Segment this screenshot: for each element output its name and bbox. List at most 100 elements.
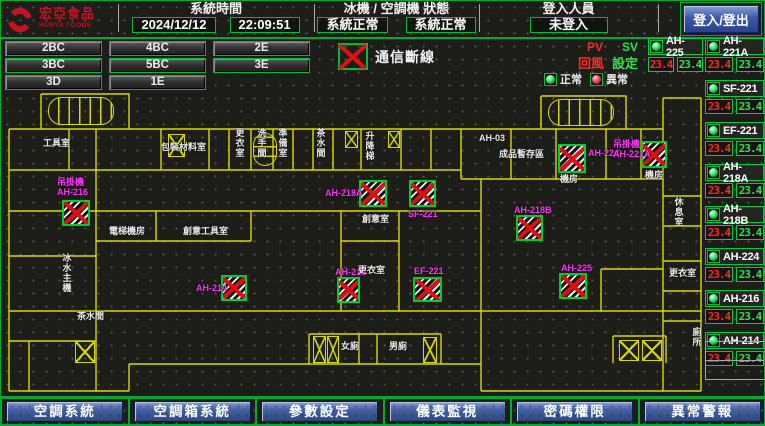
unit-name: SF-221 bbox=[723, 83, 757, 95]
nav-button-空調箱系統[interactable]: 空調箱系統 bbox=[134, 401, 251, 422]
fp-unit-label: AH-214 bbox=[196, 283, 227, 293]
unit-block-AH-218B: AH-218B 23.423.4 bbox=[705, 206, 764, 240]
nav-segment: 參數設定 bbox=[256, 398, 384, 425]
pv-value: 23.4 bbox=[648, 57, 674, 72]
login-section: 登入人員 未登入 bbox=[479, 1, 658, 39]
system-time-value: 22:09:51 bbox=[230, 17, 300, 33]
unit-button-AH-218B[interactable]: AH-218B bbox=[705, 206, 764, 223]
unit-block-SF-221: SF-22123.423.4 bbox=[705, 80, 764, 114]
room-label: 休息室 bbox=[673, 197, 683, 227]
room-label: 機房 bbox=[560, 175, 578, 185]
elevator-shaft-icon bbox=[75, 341, 95, 363]
room-label: 成品暫存區 bbox=[499, 150, 544, 160]
fp-unit-SF-221[interactable] bbox=[409, 180, 436, 207]
normal-label: 正常 bbox=[560, 71, 582, 87]
nav-button-異常警報[interactable]: 異常警報 bbox=[644, 401, 761, 422]
unit-button-AH-216[interactable]: AH-216 bbox=[705, 290, 764, 307]
room-label: 洗手間 bbox=[256, 128, 266, 158]
floor-buttons: 2BC 4BC 2E 3BC 5BC 3E 3D 1E bbox=[5, 41, 310, 90]
logo-icon bbox=[5, 5, 35, 35]
floor-button-5BC[interactable]: 5BC bbox=[109, 58, 206, 73]
stairs-icon bbox=[48, 97, 114, 125]
system-time-label: 系統時間 bbox=[118, 1, 314, 17]
nav-segment: 密碼權限 bbox=[511, 398, 639, 425]
pv-value: 23.4 bbox=[705, 57, 733, 72]
sv-name-header: 設定 bbox=[612, 53, 638, 72]
room-label: 更衣室 bbox=[234, 128, 244, 158]
login-status: 未登入 bbox=[530, 17, 608, 33]
sv-value: 23.4 bbox=[736, 309, 764, 324]
unit-block-AH-221A: AH-221A23.423.4 bbox=[705, 38, 764, 72]
room-label: 冰水主機 bbox=[61, 253, 71, 293]
fp-unit-label: EF-221 bbox=[414, 266, 444, 276]
pv-value: 23.4 bbox=[705, 225, 733, 240]
machine-status-section: 冰機 / 空調機 狀態 系統正常 系統正常 bbox=[314, 1, 479, 39]
fp-unit-AH-218B[interactable] bbox=[516, 215, 543, 241]
login-logout-button[interactable]: 登入/登出 bbox=[683, 5, 759, 33]
status-lamp-icon bbox=[707, 250, 720, 263]
floor-button-3D[interactable]: 3D bbox=[5, 75, 102, 90]
unit-button-AH-225[interactable]: AH-225 bbox=[648, 38, 703, 55]
floor-button-3BC[interactable]: 3BC bbox=[5, 58, 102, 73]
nav-segment: 空調箱系統 bbox=[129, 398, 257, 425]
fp-unit-label: SF-221 bbox=[408, 209, 438, 219]
unit-button-SF-221[interactable]: SF-221 bbox=[705, 80, 764, 97]
sv-value: 23.4 bbox=[736, 141, 764, 156]
unit-button-AH-221A[interactable]: AH-221A bbox=[705, 38, 764, 55]
fp-unit-label: 吊掛機AH-221A bbox=[613, 139, 651, 159]
fp-unit-EF-221[interactable] bbox=[413, 277, 442, 302]
nav-button-參數設定[interactable]: 參數設定 bbox=[261, 401, 378, 422]
floor-button-4BC[interactable]: 4BC bbox=[109, 41, 206, 56]
nav-segment: 儀表監視 bbox=[384, 398, 512, 425]
fp-unit-AH-224[interactable] bbox=[558, 144, 586, 173]
unit-name: AH-225 bbox=[666, 35, 701, 59]
fp-unit-AH-225[interactable] bbox=[559, 273, 587, 299]
floor-button-1E[interactable]: 1E bbox=[109, 75, 206, 90]
unit-button-EF-221[interactable]: EF-221 bbox=[705, 122, 764, 139]
pv-header: PV bbox=[587, 40, 603, 54]
elevator-shaft-icon bbox=[388, 131, 400, 148]
sv-value: 23.4 bbox=[736, 99, 764, 114]
sv-value: 23.4 bbox=[736, 225, 764, 240]
unit-button-AH-224[interactable]: AH-224 bbox=[705, 248, 764, 265]
nav-segment: 異常警報 bbox=[639, 398, 765, 425]
status-lamp-icon bbox=[707, 166, 720, 179]
system-date-value: 2024/12/12 bbox=[132, 17, 215, 33]
comm-loss-label: 通信斷線 bbox=[375, 47, 435, 67]
fp-unit-AH-218A[interactable] bbox=[359, 180, 387, 207]
floor-button-3E[interactable]: 3E bbox=[213, 58, 310, 73]
floor-button-2BC[interactable]: 2BC bbox=[5, 41, 102, 56]
elevator-shaft-icon bbox=[327, 336, 339, 363]
nav-button-儀表監視[interactable]: 儀表監視 bbox=[389, 401, 506, 422]
status-lamp-icon bbox=[707, 124, 720, 137]
stairs-icon bbox=[548, 99, 614, 126]
nav-button-空調系統[interactable]: 空調系統 bbox=[6, 401, 123, 422]
unit-name: EF-221 bbox=[723, 125, 757, 137]
pv-value: 23.4 bbox=[705, 141, 733, 156]
unit-name: AH-224 bbox=[723, 251, 759, 263]
pv-value: 23.4 bbox=[705, 183, 733, 198]
sv-value: 23.4 bbox=[736, 267, 764, 282]
unit-name: AH-216 bbox=[723, 293, 759, 305]
unit-panel-left-column: AH-22523.423.4 bbox=[648, 38, 703, 72]
elevator-shaft-icon bbox=[345, 131, 358, 148]
floor-button-2E[interactable]: 2E bbox=[213, 41, 310, 56]
status-lamp-icon bbox=[707, 208, 720, 221]
pv-name-header: 回風 bbox=[578, 53, 604, 72]
sv-value: 23.4 bbox=[677, 57, 703, 72]
unit-panel-right-column: AH-221A23.423.4SF-22123.423.4EF-22123.42… bbox=[705, 38, 764, 366]
company-logo: 宏亞食品 HUNYA FOODS bbox=[5, 3, 115, 36]
abnormal-lamp-icon bbox=[590, 73, 603, 86]
unit-block-EF-221: EF-221 23.423.4 bbox=[705, 122, 764, 156]
fp-unit-AH-218[interactable] bbox=[337, 277, 360, 303]
elevator-shaft-icon bbox=[642, 340, 662, 361]
room-label: 男廁 bbox=[389, 342, 407, 352]
system-time-section: 系統時間 2024/12/12 22:09:51 bbox=[118, 1, 314, 39]
nav-button-密碼權限[interactable]: 密碼權限 bbox=[516, 401, 633, 422]
unit-button-AH-218A[interactable]: AH-218A bbox=[705, 164, 764, 181]
fp-unit-AH-216[interactable] bbox=[62, 200, 90, 226]
room-label: 茶水間 bbox=[77, 312, 104, 322]
top-bar: 宏亞食品 HUNYA FOODS 系統時間 2024/12/12 22:09:5… bbox=[1, 1, 765, 39]
login-label: 登入人員 bbox=[479, 1, 658, 17]
room-label: 工具室 bbox=[43, 139, 70, 149]
